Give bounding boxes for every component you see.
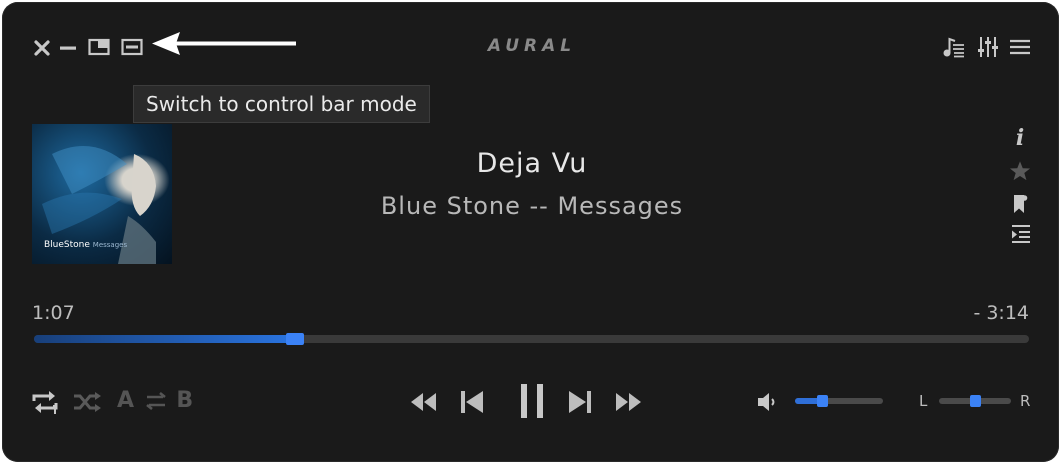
ab-loop-a-label: A [117,388,136,413]
equalizer-icon[interactable] [976,35,1000,59]
rewind-icon[interactable] [406,388,440,416]
shuffle-icon[interactable] [71,388,103,416]
track-subtitle: Blue Stone -- Messages [380,192,684,220]
playlist-icon[interactable] [940,35,966,59]
menu-icon[interactable] [1008,36,1032,58]
player-window: AURAL Switch to control bar mode BlueSto… [2,2,1059,462]
balance-left-label: L [919,392,928,410]
album-art: BlueStone Messages [32,124,172,264]
volume-knob[interactable] [817,395,829,407]
bookmark-icon[interactable] [1010,192,1030,216]
repeat-icon[interactable] [30,388,60,416]
track-title: Deja Vu [476,148,588,179]
ab-loop-b-label: B [176,388,195,413]
play-next-queue-icon[interactable] [1010,222,1032,246]
ab-loop-button[interactable]: A B [117,388,194,413]
previous-track-icon[interactable] [457,387,487,417]
mini-player-icon[interactable] [87,37,111,57]
next-track-icon[interactable] [565,387,595,417]
ab-loop-arrows-icon [145,392,166,410]
seek-bar-progress [34,335,295,343]
album-art-artist: BlueStone [44,240,90,250]
fast-forward-icon[interactable] [612,388,646,416]
close-icon[interactable] [32,38,52,58]
seek-knob[interactable] [285,333,304,345]
app-title: AURAL [487,36,577,56]
volume-icon[interactable] [754,390,780,414]
favorite-star-icon[interactable] [1008,159,1032,183]
album-art-label: BlueStone Messages [44,240,127,250]
info-icon[interactable]: i [1010,125,1030,151]
tooltip: Switch to control bar mode [133,85,430,123]
elapsed-time[interactable]: 1:07 [32,302,75,324]
balance-knob[interactable] [970,395,981,407]
minimize-icon[interactable] [58,38,78,58]
album-art-album: Messages [92,241,128,249]
control-bar-mode-icon[interactable] [120,37,144,57]
remaining-time[interactable]: - 3:14 [973,302,1029,324]
balance-right-label: R [1020,392,1031,410]
arrow-annotation-icon [150,30,300,60]
pause-icon[interactable] [514,382,550,420]
